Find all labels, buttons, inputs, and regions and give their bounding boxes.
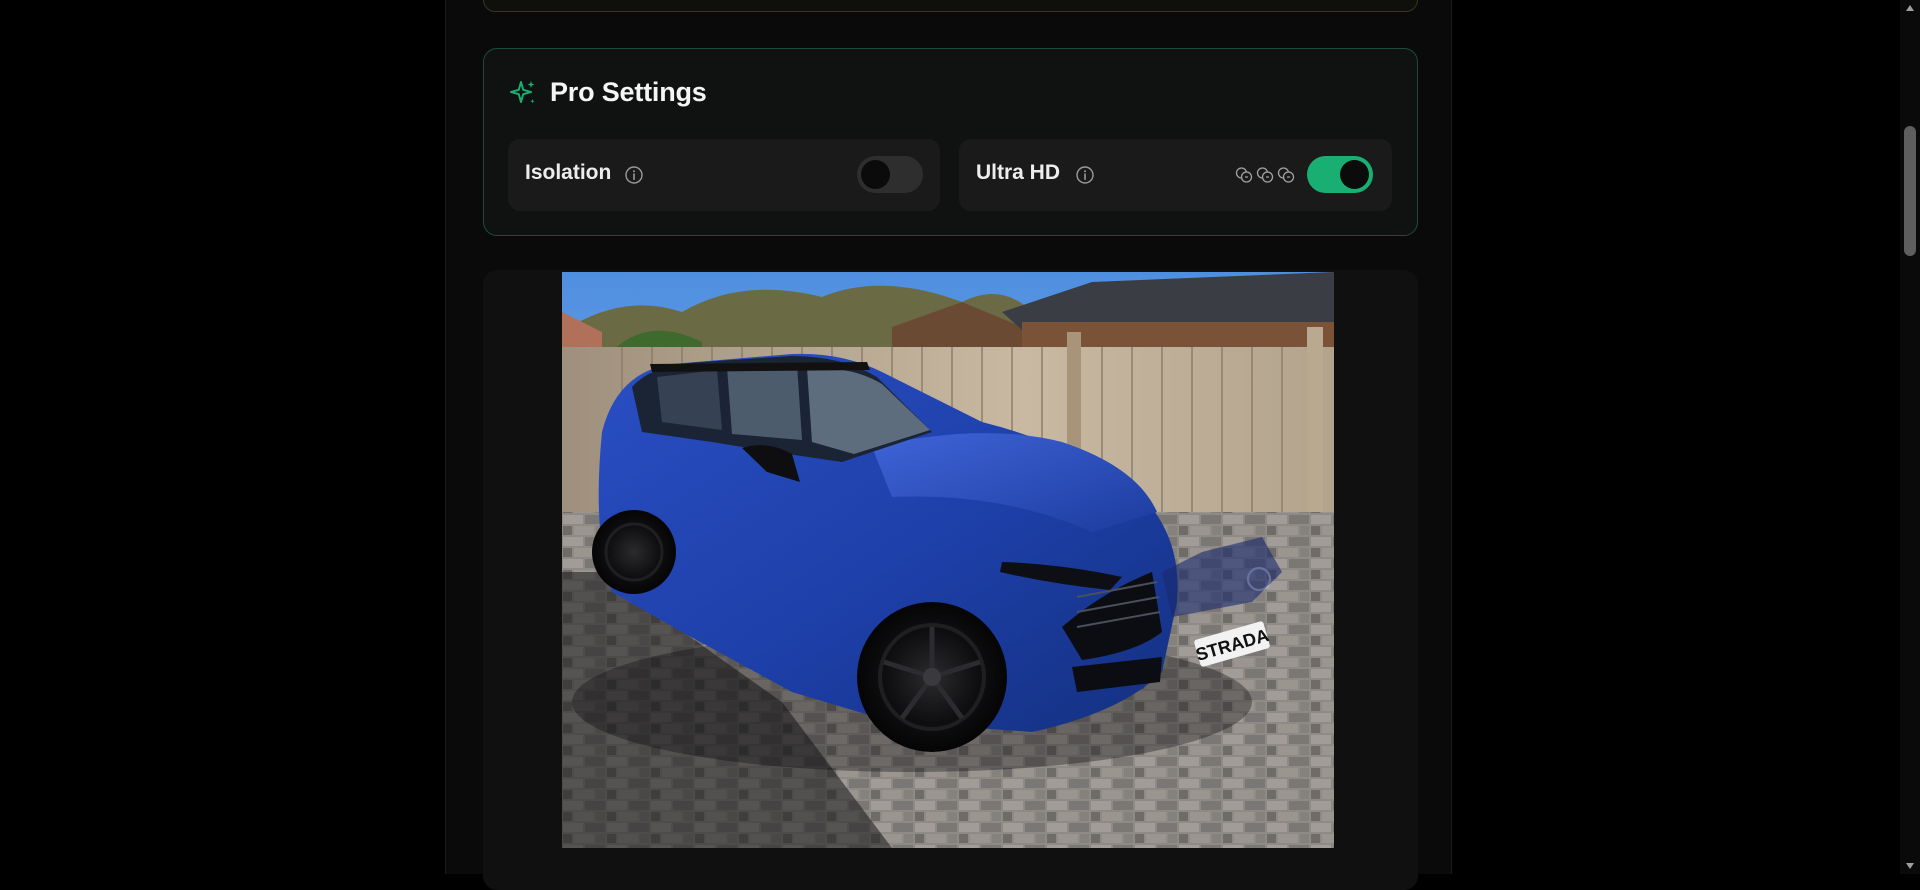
scrollbar-thumb[interactable] — [1904, 126, 1916, 256]
isolation-label: Isolation — [525, 161, 612, 184]
isolation-setting: Isolation — [508, 139, 940, 211]
scrollbar[interactable] — [1900, 0, 1920, 874]
credit-cost — [1234, 165, 1296, 185]
toggle-knob — [861, 160, 890, 189]
pro-settings-title: Pro Settings — [550, 77, 707, 107]
pro-settings-header: Pro Settings — [508, 77, 707, 108]
info-icon[interactable] — [624, 165, 644, 185]
pro-settings-card: Pro Settings Isolation Ultra HD — [483, 48, 1418, 236]
previous-card — [483, 0, 1418, 12]
scroll-up-icon[interactable] — [1904, 2, 1916, 14]
scroll-down-icon[interactable] — [1904, 860, 1916, 872]
info-icon[interactable] — [1075, 165, 1095, 185]
ultra-hd-setting: Ultra HD — [959, 139, 1392, 211]
sparkle-icon — [510, 80, 535, 103]
ultra-hd-toggle[interactable] — [1307, 156, 1373, 193]
toggle-knob — [1340, 160, 1369, 189]
coin-icon — [1235, 167, 1253, 183]
car-photo[interactable]: STRADA — [562, 272, 1334, 848]
ultra-hd-label: Ultra HD — [976, 161, 1061, 184]
coin-icon — [1256, 167, 1274, 183]
isolation-toggle[interactable] — [857, 156, 923, 193]
coin-icon — [1277, 167, 1295, 183]
